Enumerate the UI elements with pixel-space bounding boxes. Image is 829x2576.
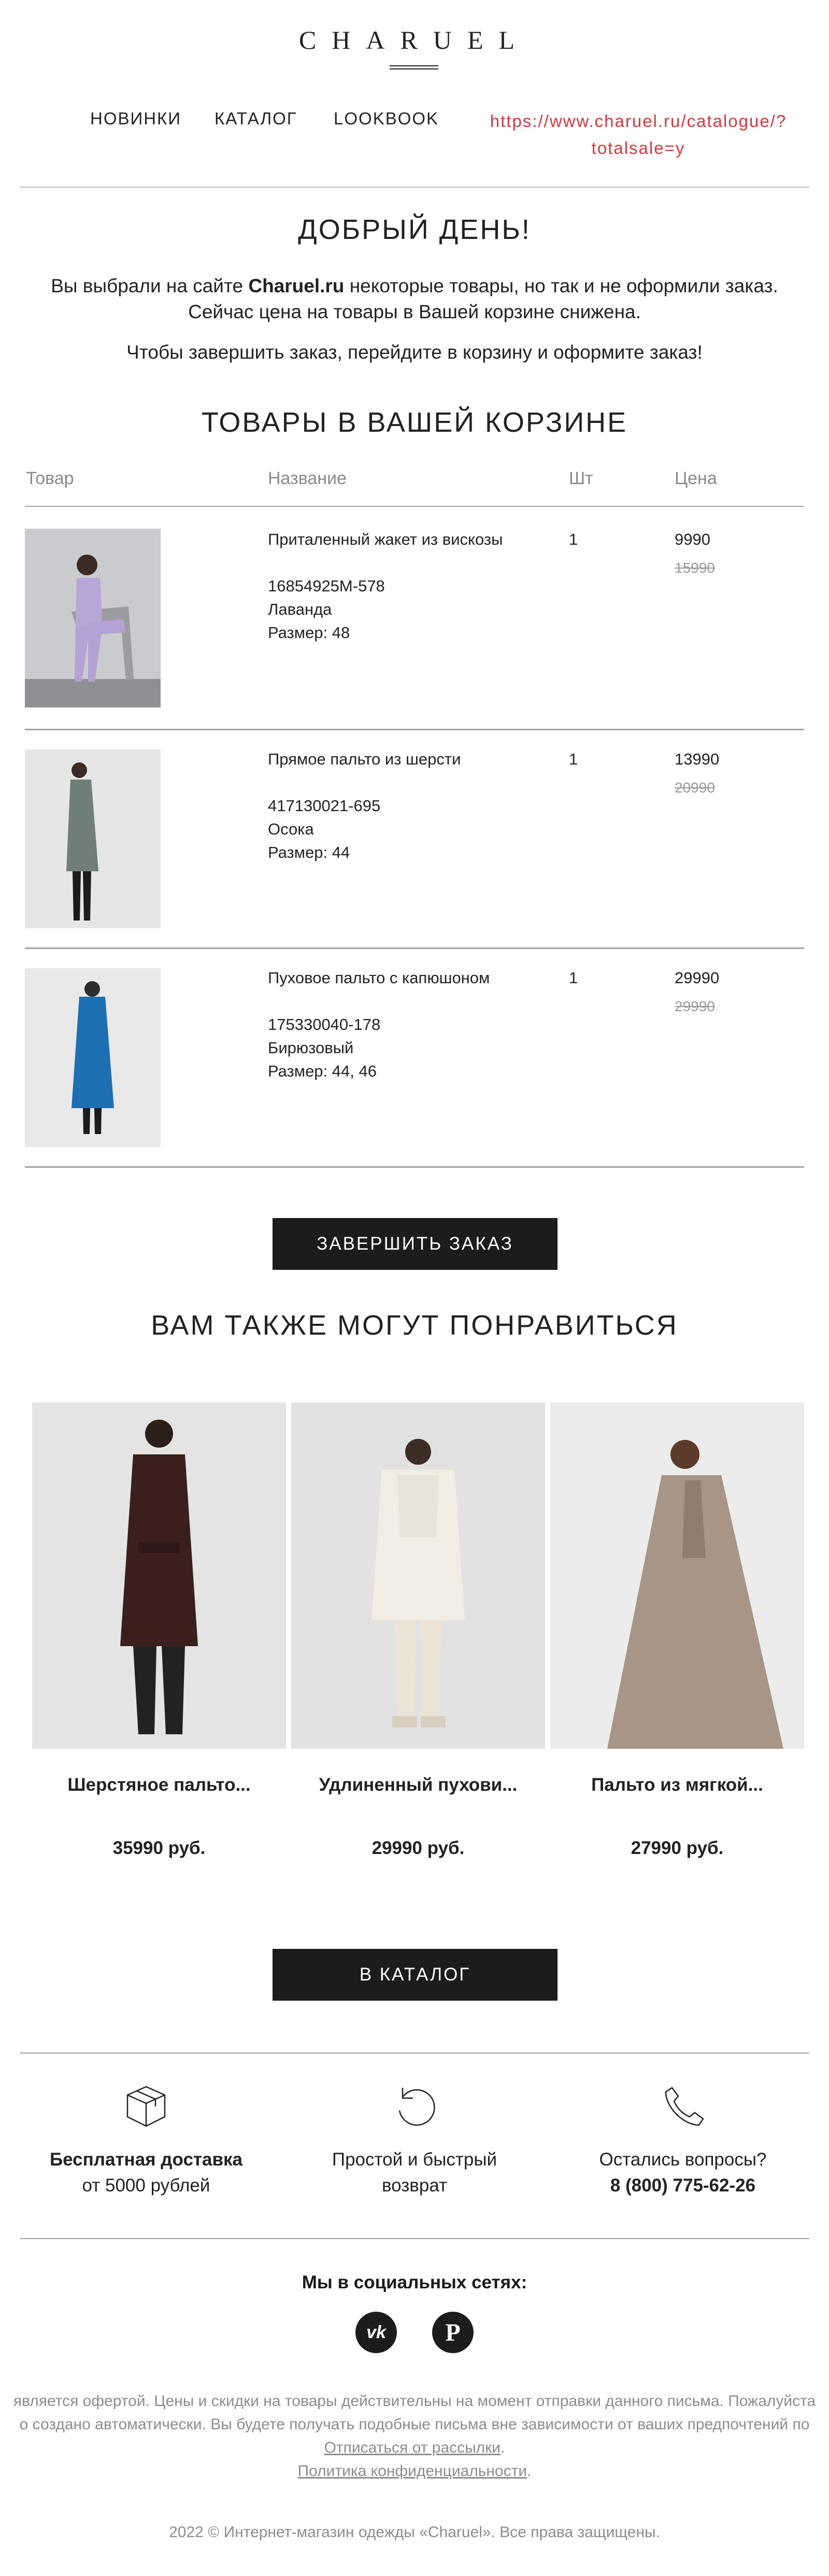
cart-item-qty: 1 [569, 969, 578, 987]
social-title: Мы в социальных сетях: [302, 2272, 527, 2292]
cart-item-image[interactable] [25, 749, 161, 928]
cart-item-sku: 175330040-178 [268, 1015, 381, 1034]
unsubscribe-link[interactable]: Отписаться от рассылки [324, 2439, 501, 2456]
cart-item-name[interactable]: Приталенный жакет из вискозы [268, 528, 558, 551]
complete-order-button[interactable]: ЗАВЕРШИТЬ ЗАКАЗ [273, 1218, 558, 1270]
cart-item-size: Размер: 44 [268, 843, 350, 861]
pinterest-icon[interactable]: P [432, 2312, 474, 2353]
cart-item-color: Осока [268, 820, 314, 838]
footer-copyright: 2022 © Интернет-магазин одежды «Charuel»… [169, 2524, 660, 2541]
privacy-policy-link[interactable]: Политика конфиденциальности [298, 2462, 527, 2480]
cart-item-size: Размер: 44, 46 [268, 1062, 377, 1080]
cart-item-sku: 417130021-695 [268, 797, 381, 815]
col-header-price: Цена [675, 469, 717, 488]
nav-sale-link[interactable]: https://www.charuel.ru/catalogue/? total… [457, 108, 820, 162]
recommend-item-image[interactable] [550, 1403, 804, 1749]
cart-item-price: 9990 [675, 530, 710, 548]
recommend-item-price: 27990 руб. [631, 1838, 724, 1858]
recommend-item-name[interactable]: Шерстяное пальто... [32, 1775, 286, 1795]
cart-item-old-price: 20990 [675, 780, 715, 796]
col-header-product: Товар [26, 469, 74, 488]
greeting-line3: Чтобы завершить заказ, перейдите в корзи… [126, 342, 703, 363]
logo-underline [390, 65, 438, 69]
divider [25, 1166, 804, 1168]
phone-icon [661, 2084, 706, 2129]
divider [20, 2053, 809, 2054]
recommend-item-name[interactable]: Удлиненный пухови... [291, 1775, 545, 1795]
nav-new[interactable]: НОВИНКИ [90, 109, 181, 129]
footer-disclaimer-2: о создано автоматически. Вы будете получ… [19, 2416, 810, 2433]
divider [25, 947, 804, 949]
cart-item-image[interactable] [25, 529, 161, 707]
cart-item-price: 29990 [675, 969, 720, 987]
cart-item-name[interactable]: Прямое пальто из шерсти [268, 747, 558, 771]
greeting-title: ДОБРЫЙ ДЕНЬ! [298, 214, 531, 245]
cart-item-sku: 16854925M-578 [268, 577, 385, 595]
cart-item-old-price: 15990 [675, 560, 715, 576]
brand-logo[interactable]: CHARUEL [0, 25, 829, 55]
feature-support: Остались вопросы? 8 (800) 775-62-26 [569, 2147, 797, 2199]
feature-return: Простой и быстрый возврат [332, 2149, 497, 2196]
recommend-item-image[interactable] [291, 1403, 545, 1749]
nav-sale-link-line1: https://www.charuel.ru/catalogue/? [490, 111, 787, 131]
cart-title: ТОВАРЫ В ВАШЕЙ КОРЗИНЕ [201, 407, 628, 438]
nav-sale-link-line2: totalsale=y [591, 138, 685, 158]
cart-item-image[interactable] [25, 968, 161, 1147]
cart-item-color: Бирюзовый [268, 1039, 354, 1057]
footer-disclaimer-1: является офертой. Цены и скидки на товар… [13, 2393, 816, 2410]
feature-delivery: Бесплатная доставка от 5000 рублей [49, 2149, 243, 2196]
cart-item-price: 13990 [675, 750, 720, 768]
cart-item-color: Лаванда [268, 600, 332, 618]
divider [20, 187, 809, 188]
vk-icon[interactable]: vk [355, 2312, 397, 2353]
cart-item-name[interactable]: Пуховое пальто с капюшоном [268, 966, 558, 989]
support-phone-link[interactable]: 8 (800) 775-62-26 [569, 2173, 797, 2199]
recommend-title: ВАМ ТАКЖЕ МОГУТ ПОНРАВИТЬСЯ [151, 1310, 678, 1341]
brand-name: Charuel.ru [248, 275, 345, 296]
greeting-line1: Вы выбрали на сайте Charuel.ru некоторые… [51, 275, 778, 296]
nav-catalog[interactable]: КАТАЛОГ [215, 109, 297, 129]
return-icon [392, 2084, 438, 2129]
cart-item-qty: 1 [569, 530, 578, 548]
recommend-item-price: 29990 руб. [371, 1838, 465, 1858]
recommend-item-name[interactable]: Пальто из мягкой... [550, 1775, 804, 1795]
greeting-line2: Сейчас цена на товары в Вашей корзине сн… [188, 301, 641, 322]
recommend-item-price: 35990 руб. [112, 1838, 206, 1858]
col-header-name: Название [268, 469, 347, 488]
divider [25, 506, 804, 507]
cart-item-old-price: 29990 [675, 998, 715, 1014]
divider [25, 729, 804, 730]
recommend-item-image[interactable] [32, 1403, 286, 1749]
cart-item-size: Размер: 48 [268, 624, 350, 642]
nav-lookbook[interactable]: LOOKBOOK [334, 109, 439, 129]
divider [20, 2238, 809, 2239]
catalog-button[interactable]: В КАТАЛОГ [273, 1949, 558, 2001]
cart-item-qty: 1 [569, 750, 578, 768]
box-icon [123, 2084, 169, 2129]
col-header-qty: Шт [569, 469, 593, 488]
